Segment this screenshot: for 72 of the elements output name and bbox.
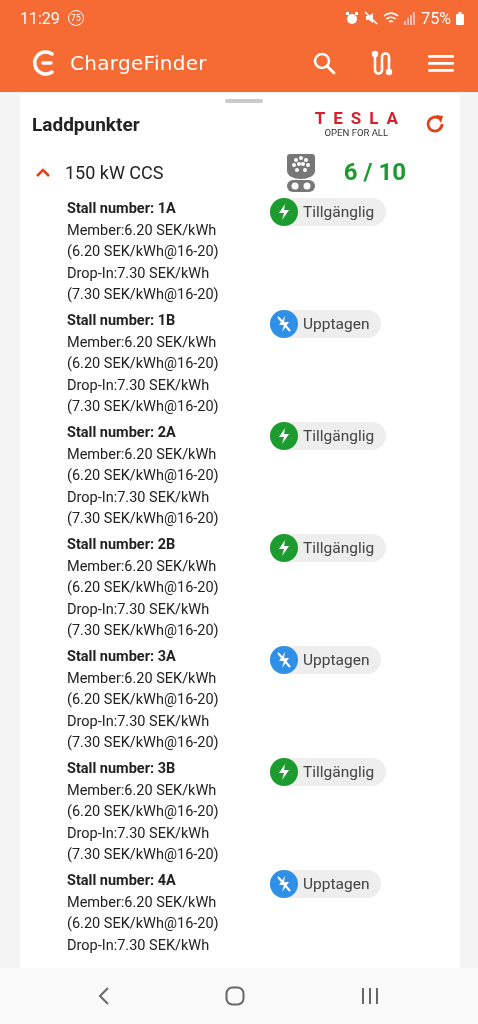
status-label: Upptagen (303, 315, 370, 333)
stall-number: Stall number: 1B (67, 311, 177, 331)
mute-icon (364, 11, 379, 25)
price-line: Drop-In:7.30 SEK/kWh (67, 599, 211, 620)
alarm-icon (345, 11, 360, 25)
price-line: Member:6.20 SEK/kWh (67, 444, 218, 465)
price-line: (6.20 SEK/kWh@16-20) (67, 354, 220, 374)
price-line: (7.30 SEK/kWh@16-20) (67, 509, 220, 529)
price-line: Drop-In:7.30 SEK/kWh (67, 823, 211, 844)
price-line: (6.20 SEK/kWh@16-20) (67, 466, 220, 486)
price-line: Member:6.20 SEK/kWh (67, 220, 218, 241)
price-line: (7.30 SEK/kWh@16-20) (67, 733, 220, 753)
connector-label: 150 kW CCS (65, 161, 164, 183)
signal-icon (404, 11, 417, 25)
status-label: Tillgänglig (303, 763, 375, 781)
status-time: 11:29 (20, 8, 60, 28)
price-line: (6.20 SEK/kWh@16-20) (67, 690, 220, 710)
price-line: (6.20 SEK/kWh@16-20) (67, 578, 220, 598)
price-line: Member:6.20 SEK/kWh (67, 780, 218, 801)
recents-icon[interactable] (360, 987, 381, 1005)
stall-number: Stall number: 2B (67, 535, 177, 555)
app-title: ChargeFinder (70, 51, 207, 75)
stall-number: Stall number: 3B (67, 759, 177, 779)
price-line: Drop-In:7.30 SEK/kWh (67, 263, 211, 284)
stall-number: Stall number: 4A (67, 871, 177, 891)
drag-handle[interactable] (225, 99, 263, 103)
ccs-plug-icon (285, 151, 316, 193)
operator-logo: TESLA (314, 110, 406, 127)
crossed-bolt-icon (270, 646, 298, 674)
bolt-icon (270, 534, 298, 562)
bolt-icon (270, 758, 298, 786)
crossed-bolt-icon (270, 870, 298, 898)
price-line: (6.20 SEK/kWh@16-20) (67, 802, 220, 822)
status-label: Tillgänglig (303, 539, 375, 557)
back-icon[interactable] (97, 986, 110, 1006)
stall-number: Stall number: 2A (67, 423, 177, 443)
price-line: (6.20 SEK/kWh@16-20) (67, 242, 220, 262)
app-logo-icon (30, 50, 56, 76)
price-line: (7.30 SEK/kWh@16-20) (67, 621, 220, 641)
bolt-icon (270, 198, 298, 226)
operator-tagline: OPEN FOR ALL (324, 127, 389, 138)
price-line: Drop-In:7.30 SEK/kWh (67, 935, 211, 956)
price-line: Member:6.20 SEK/kWh (67, 668, 218, 689)
home-icon[interactable] (225, 986, 245, 1006)
stall-number: Stall number: 1A (67, 199, 177, 219)
wifi-icon (383, 11, 400, 25)
price-line: (7.30 SEK/kWh@16-20) (67, 845, 220, 865)
route-icon[interactable] (370, 50, 394, 76)
menu-icon[interactable] (428, 53, 454, 73)
status-label: Tillgänglig (303, 203, 375, 221)
refresh-icon[interactable] (424, 113, 446, 135)
price-line: Member:6.20 SEK/kWh (67, 892, 218, 913)
price-line: Member:6.20 SEK/kWh (67, 556, 218, 577)
status-label: Upptagen (303, 651, 370, 669)
collapse-icon[interactable] (35, 167, 51, 177)
bolt-icon (270, 422, 298, 450)
search-icon[interactable] (312, 51, 336, 75)
price-line: Drop-In:7.30 SEK/kWh (67, 375, 211, 396)
crossed-bolt-icon (270, 310, 298, 338)
price-line: Drop-In:7.30 SEK/kWh (67, 711, 211, 732)
battery-icon (456, 11, 464, 25)
stall-number: Stall number: 3A (67, 647, 177, 667)
panel-title: Laddpunkter (32, 112, 140, 136)
battery-level: 75% (421, 8, 451, 28)
price-line: (6.20 SEK/kWh@16-20) (67, 914, 220, 934)
status-label: Tillgänglig (303, 427, 375, 445)
price-line: Member:6.20 SEK/kWh (67, 332, 218, 353)
price-line: (7.30 SEK/kWh@16-20) (67, 285, 220, 305)
availability-count: 6 / 10 (343, 158, 406, 186)
price-line: (7.30 SEK/kWh@16-20) (67, 397, 220, 417)
status-label: Upptagen (303, 875, 370, 893)
price-line: Drop-In:7.30 SEK/kWh (67, 487, 211, 508)
